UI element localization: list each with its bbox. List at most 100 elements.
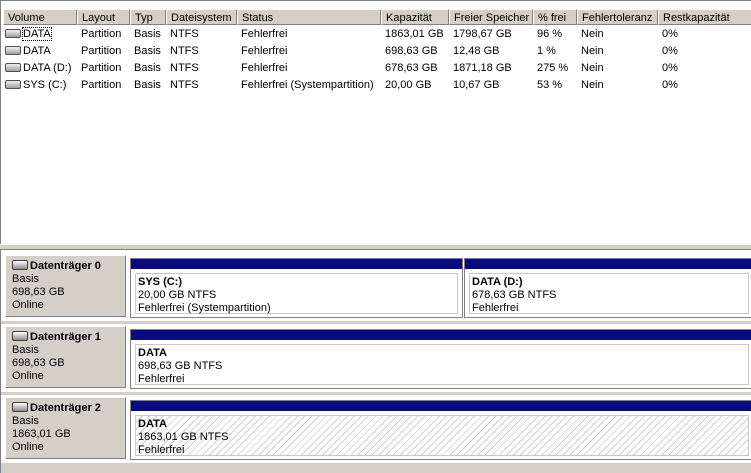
column-header-restkapazitaet[interactable]: Restkapazität xyxy=(658,9,751,25)
status-cell: Fehlerfrei (Systempartition) xyxy=(241,79,374,91)
status-cell: Fehlerfrei xyxy=(241,62,288,74)
filesystem-cell: NTFS xyxy=(170,62,199,74)
partition-name: SYS (C:) xyxy=(138,276,182,288)
percent-free-cell: 275 % xyxy=(537,62,569,74)
partition-bar xyxy=(465,259,751,269)
free-space-cell: 12,48 GB xyxy=(453,45,500,57)
partition-data-d[interactable]: DATA (D:) 678,63 GB NTFS Fehlerfrei xyxy=(464,258,751,318)
partition-bar xyxy=(131,259,462,269)
disk-title: Datenträger 2 xyxy=(30,402,101,414)
volume-name: DATA (D:) xyxy=(23,62,72,74)
disk-title: Datenträger 0 xyxy=(30,260,101,272)
column-header-freier-speicher[interactable]: Freier Speicher xyxy=(449,9,533,25)
volume-list-header: Volume Layout Typ Dateisystem Status Kap… xyxy=(1,9,751,26)
fault-tolerance-cell: Nein xyxy=(581,45,604,57)
layout-cell: Partition xyxy=(81,45,122,57)
filesystem-cell: NTFS xyxy=(170,45,199,57)
partition-sys-c[interactable]: SYS (C:) 20,00 GB NTFS Fehlerfrei (Syste… xyxy=(130,258,463,318)
free-space-cell: 1871,18 GB xyxy=(453,62,512,74)
column-header-layout[interactable]: Layout xyxy=(77,9,130,25)
volume-icon xyxy=(5,62,21,72)
partition-status: Fehlerfrei xyxy=(138,373,185,385)
percent-free-cell: 1 % xyxy=(537,45,556,57)
disk-type: Basis xyxy=(12,344,39,356)
filesystem-cell: NTFS xyxy=(170,79,199,91)
volume-name: DATA xyxy=(23,45,51,57)
fault-tolerance-cell: Nein xyxy=(581,79,604,91)
percent-free-cell: 96 % xyxy=(537,28,563,40)
partition-size: 20,00 GB NTFS xyxy=(138,289,217,301)
disk-drive-icon xyxy=(12,260,28,271)
volume-name: DATA xyxy=(22,27,52,41)
disk-info-2[interactable]: Datenträger 2 Basis 1863,01 GB Online xyxy=(5,397,126,459)
disk-view: Datenträger 0 Basis 698,63 GB Online SYS… xyxy=(0,250,751,473)
column-header-prozent-frei[interactable]: % frei xyxy=(533,9,577,25)
volume-icon xyxy=(5,28,21,38)
partition-body: SYS (C:) 20,00 GB NTFS Fehlerfrei (Syste… xyxy=(135,273,458,314)
partition-body: DATA 698,63 GB NTFS Fehlerfrei xyxy=(135,344,749,385)
partition-name: DATA (D:) xyxy=(472,276,523,288)
capacity-cell: 20,00 GB xyxy=(385,79,432,91)
volume-row[interactable]: DATA Partition Basis NTFS Fehlerfrei 698… xyxy=(1,43,751,60)
volume-cell: DATA xyxy=(3,43,77,60)
typ-cell: Basis xyxy=(134,45,161,57)
column-header-dateisystem[interactable]: Dateisystem xyxy=(166,9,237,25)
volume-cell: DATA xyxy=(3,26,77,43)
column-header-kapazitaet[interactable]: Kapazität xyxy=(381,9,449,25)
volume-row[interactable]: DATA (D:) Partition Basis NTFS Fehlerfre… xyxy=(1,60,751,77)
volume-icon xyxy=(5,79,21,89)
overhead-cell: 0% xyxy=(662,79,678,91)
typ-cell: Basis xyxy=(134,79,161,91)
partition-bar xyxy=(131,330,751,340)
disk-state: Online xyxy=(12,370,44,382)
percent-free-cell: 53 % xyxy=(537,79,563,91)
volume-name: SYS (C:) xyxy=(23,79,67,91)
disk-type: Basis xyxy=(12,415,39,427)
layout-cell: Partition xyxy=(81,79,122,91)
filesystem-cell: NTFS xyxy=(170,28,199,40)
typ-cell: Basis xyxy=(134,28,161,40)
disk-title: Datenträger 1 xyxy=(30,331,101,343)
volume-row[interactable]: DATA Partition Basis NTFS Fehlerfrei 186… xyxy=(1,26,751,43)
disk-info-0[interactable]: Datenträger 0 Basis 698,63 GB Online xyxy=(5,255,126,317)
disk-type: Basis xyxy=(12,273,39,285)
volume-icon xyxy=(5,45,21,55)
partition-name: DATA xyxy=(138,418,167,430)
partition-data-disk2[interactable]: DATA 1863,01 GB NTFS Fehlerfrei xyxy=(130,400,751,460)
partition-body-selected: DATA 1863,01 GB NTFS Fehlerfrei xyxy=(135,415,749,456)
column-header-typ[interactable]: Typ xyxy=(130,9,166,25)
free-space-cell: 1798,67 GB xyxy=(453,28,512,40)
disk-row-0: Datenträger 0 Basis 698,63 GB Online SYS… xyxy=(1,252,751,320)
partition-data-disk1[interactable]: DATA 698,63 GB NTFS Fehlerfrei xyxy=(130,329,751,389)
column-header-volume[interactable]: Volume xyxy=(3,9,77,25)
overhead-cell: 0% xyxy=(662,45,678,57)
disk-row-separator xyxy=(1,463,751,473)
column-header-fehlertoleranz[interactable]: Fehlertoleranz xyxy=(577,9,658,25)
partition-size: 678,63 GB NTFS xyxy=(472,289,557,301)
volume-cell: DATA (D:) xyxy=(3,60,77,77)
capacity-cell: 1863,01 GB xyxy=(385,28,444,40)
column-header-status[interactable]: Status xyxy=(237,9,381,25)
disk-info-1[interactable]: Datenträger 1 Basis 698,63 GB Online xyxy=(5,326,126,388)
overhead-cell: 0% xyxy=(662,28,678,40)
disk-row-2: Datenträger 2 Basis 1863,01 GB Online DA… xyxy=(1,394,751,462)
partition-bar xyxy=(131,401,751,411)
disk-size: 698,63 GB xyxy=(12,357,65,369)
status-cell: Fehlerfrei xyxy=(241,45,288,57)
disk-size: 698,63 GB xyxy=(12,286,65,298)
capacity-cell: 698,63 GB xyxy=(385,45,438,57)
volume-list: Volume Layout Typ Dateisystem Status Kap… xyxy=(0,0,751,244)
disk-row-1: Datenträger 1 Basis 698,63 GB Online DAT… xyxy=(1,323,751,391)
partition-name: DATA xyxy=(138,347,167,359)
layout-cell: Partition xyxy=(81,28,122,40)
disk-size: 1863,01 GB xyxy=(12,428,71,440)
partition-status: Fehlerfrei (Systempartition) xyxy=(138,302,271,314)
volume-row[interactable]: SYS (C:) Partition Basis NTFS Fehlerfrei… xyxy=(1,77,751,94)
partition-status: Fehlerfrei xyxy=(138,444,185,456)
overhead-cell: 0% xyxy=(662,62,678,74)
typ-cell: Basis xyxy=(134,62,161,74)
fault-tolerance-cell: Nein xyxy=(581,62,604,74)
volume-cell: SYS (C:) xyxy=(3,77,77,94)
partition-size: 1863,01 GB NTFS xyxy=(138,431,229,443)
status-cell: Fehlerfrei xyxy=(241,28,288,40)
